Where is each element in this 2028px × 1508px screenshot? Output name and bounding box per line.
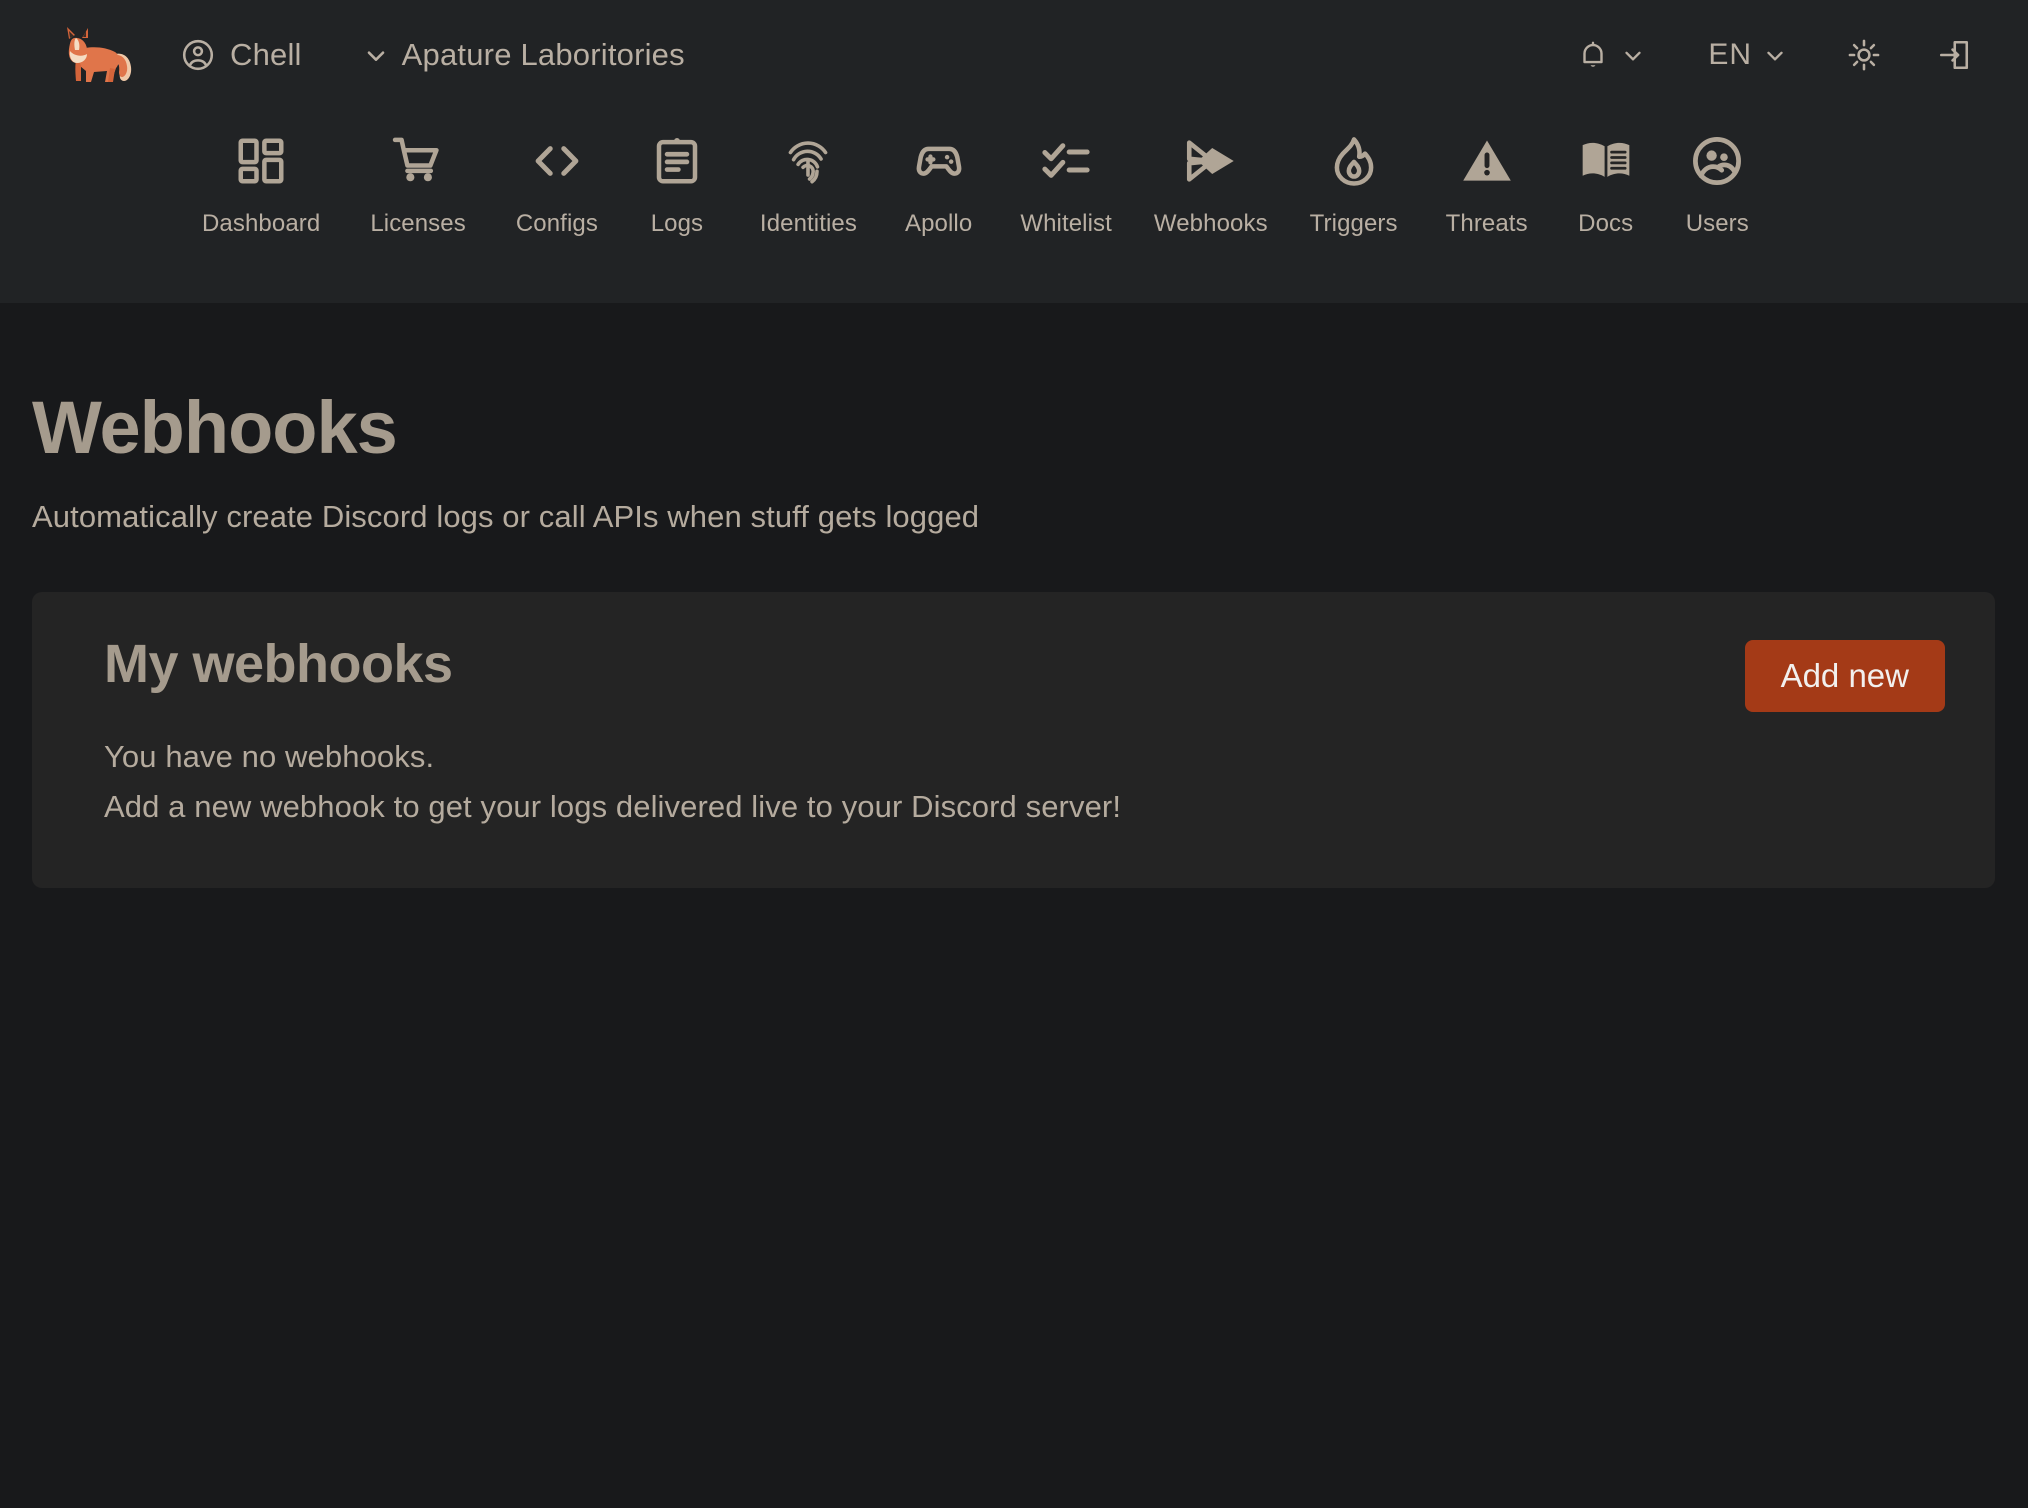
user-menu[interactable]: Chell — [180, 37, 302, 73]
card-title: My webhooks — [74, 636, 453, 693]
notifications-button[interactable] — [1562, 30, 1660, 80]
app-header: Chell Apature Laboritories EN — [0, 0, 2028, 303]
nav-item-threats[interactable]: Threats — [1432, 126, 1542, 238]
empty-state: You have no webhooks. Add a new webhook … — [74, 738, 1945, 827]
nav-item-webhooks[interactable]: Webhooks — [1140, 126, 1282, 238]
nav-label: Identities — [760, 210, 857, 238]
header-top-row: Chell Apature Laboritories EN — [0, 0, 2028, 110]
add-new-button[interactable]: Add new — [1745, 640, 1945, 712]
nav-item-users[interactable]: Users — [1672, 126, 1763, 238]
bell-icon — [1576, 38, 1610, 72]
page-title: Webhooks — [32, 391, 1996, 465]
users-circle-icon — [1690, 126, 1744, 196]
user-name: Chell — [230, 37, 302, 73]
nav-label: Configs — [516, 210, 598, 238]
gamepad-icon — [912, 126, 966, 196]
warning-triangle-icon — [1459, 126, 1515, 196]
nav-item-apollo[interactable]: Apollo — [891, 126, 986, 238]
logout-button[interactable] — [1922, 29, 1986, 81]
chevron-down-icon — [1762, 42, 1788, 68]
open-book-icon — [1578, 126, 1634, 196]
card-header: My webhooks Add new — [74, 636, 1945, 712]
dashboard-grid-icon — [234, 126, 288, 196]
language-selector[interactable]: EN — [1694, 30, 1802, 80]
organization-name: Apature Laboritories — [402, 37, 685, 73]
empty-state-line-2: Add a new webhook to get your logs deliv… — [104, 788, 1945, 826]
chevron-down-icon — [1620, 42, 1646, 68]
nav-label: Logs — [651, 210, 703, 238]
fox-logo[interactable] — [58, 24, 136, 86]
nav-item-logs[interactable]: Logs — [636, 126, 718, 238]
my-webhooks-card: My webhooks Add new You have no webhooks… — [32, 592, 1995, 888]
page-content: Webhooks Automatically create Discord lo… — [0, 391, 2028, 888]
flame-icon — [1327, 126, 1381, 196]
shopping-cart-icon — [391, 126, 445, 196]
nav-label: Triggers — [1310, 210, 1398, 238]
checklist-icon — [1039, 126, 1093, 196]
nav-label: Docs — [1578, 210, 1633, 238]
nav-item-configs[interactable]: Configs — [502, 126, 612, 238]
nav-item-docs[interactable]: Docs — [1564, 126, 1648, 238]
chevron-down-icon — [362, 41, 390, 69]
code-brackets-icon — [530, 126, 584, 196]
fingerprint-icon — [781, 126, 835, 196]
nav-label: Licenses — [370, 210, 466, 238]
empty-state-line-1: You have no webhooks. — [104, 738, 1945, 776]
nav-label: Users — [1686, 210, 1749, 238]
nav-label: Whitelist — [1020, 210, 1112, 238]
language-label: EN — [1708, 38, 1752, 72]
nav-item-licenses[interactable]: Licenses — [356, 126, 480, 238]
send-icon — [1182, 126, 1240, 196]
nav-label: Webhooks — [1154, 210, 1268, 238]
nav-label: Threats — [1446, 210, 1528, 238]
nav-label: Apollo — [905, 210, 972, 238]
nav-item-whitelist[interactable]: Whitelist — [1006, 126, 1126, 238]
sun-icon — [1846, 37, 1882, 73]
page-subtitle: Automatically create Discord logs or cal… — [32, 499, 1996, 535]
main-navigation: Dashboard Licenses Configs — [0, 110, 2028, 303]
theme-toggle-button[interactable] — [1832, 29, 1896, 81]
account-circle-icon — [180, 37, 216, 73]
clipboard-icon — [650, 126, 704, 196]
header-actions: EN — [1562, 29, 1986, 81]
nav-item-triggers[interactable]: Triggers — [1296, 126, 1412, 238]
logout-arrow-icon — [1936, 37, 1972, 73]
organization-selector[interactable]: Apature Laboritories — [362, 37, 685, 73]
nav-item-dashboard[interactable]: Dashboard — [188, 126, 334, 238]
nav-label: Dashboard — [202, 210, 320, 238]
nav-item-identities[interactable]: Identities — [746, 126, 871, 238]
